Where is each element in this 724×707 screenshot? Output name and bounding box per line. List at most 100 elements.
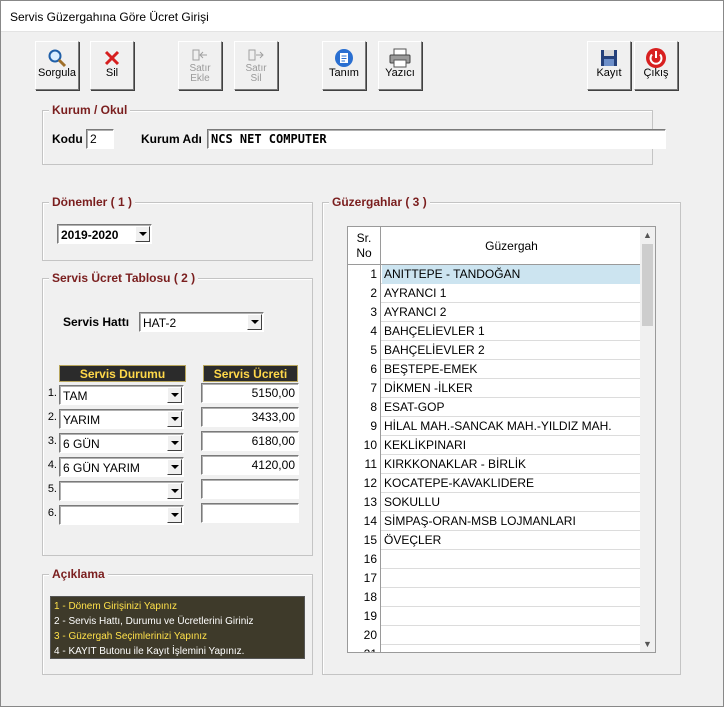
guzergah-row[interactable]: 14 SİMPAŞ-ORAN-MSB LOJMANLARI [348,512,641,531]
guzergah-row-no: 18 [348,588,381,607]
chevron-down-icon[interactable] [167,459,182,475]
instructions-box: 1 - Dönem Girişinizi Yapınız 2 - Servis … [50,596,305,659]
guzergah-row-name[interactable]: ANITTEPE - TANDOĞAN [382,265,641,284]
satir-ekle-label-2: Ekle [190,73,210,84]
guzergah-row-name[interactable] [382,607,641,626]
chevron-down-icon[interactable] [167,435,182,451]
chevron-down-icon[interactable] [167,483,182,499]
satir-sil-button[interactable]: Satır Sil [234,41,278,90]
guzergah-row-no: 16 [348,550,381,569]
servis-hatti-select[interactable]: HAT-2 [139,312,264,332]
satir-ekle-button[interactable]: Satır Ekle [178,41,222,90]
guzergah-row[interactable]: 17 [348,569,641,588]
instruction-line-4: 4 - KAYIT Butonu ile Kayıt İşlemini Yapı… [54,646,245,657]
servis-ucreti-field[interactable] [201,479,299,499]
chevron-down-icon[interactable] [167,387,182,403]
guzergah-row[interactable]: 3 AYRANCI 2 [348,303,641,322]
guzergah-row[interactable]: 6 BEŞTEPE-EMEK [348,360,641,379]
tanim-button[interactable]: Tanım [322,41,366,90]
chevron-down-icon[interactable] [247,314,262,330]
servis-durumu-select[interactable]: YARIM [59,409,184,429]
guzergah-row[interactable]: 2 AYRANCI 1 [348,284,641,303]
guzergah-row-no: 19 [348,607,381,626]
chevron-down-icon[interactable] [135,226,150,242]
scroll-thumb[interactable] [642,244,653,326]
guzergah-row-no: 21 [348,645,381,652]
scroll-down-icon[interactable]: ▼ [640,636,655,652]
guzergah-row-name[interactable]: KEKLİKPINARI [382,436,641,455]
servis-ucreti-field[interactable]: 6180,00 [201,431,299,451]
guzergah-row[interactable]: 1 ANITTEPE - TANDOĞAN [348,265,641,284]
sil-button[interactable]: Sil [90,41,134,90]
servis-ucreti-field[interactable]: 3433,00 [201,407,299,427]
guzergah-row-name[interactable]: ÖVEÇLER [382,531,641,550]
donemler-legend: Dönemler ( 1 ) [49,195,136,209]
instruction-line-3: 3 - Güzergah Seçimlerinizi Yapınız [54,631,208,642]
servis-durumu-select[interactable]: 6 GÜN YARIM [59,457,184,477]
chevron-down-icon[interactable] [167,411,182,427]
guzergah-row-name[interactable]: KIRKKONAKLAR - BİRLİK [382,455,641,474]
servis-durumu-select[interactable] [59,481,184,501]
guzergah-row[interactable]: 15 ÖVEÇLER [348,531,641,550]
guzergah-row-name[interactable]: BEŞTEPE-EMEK [382,360,641,379]
tanim-label: Tanım [329,67,359,79]
yazici-label: Yazıcı [385,67,415,79]
guzergah-row-name[interactable]: DİKMEN -İLKER [382,379,641,398]
guzergah-row-name[interactable]: SİMPAŞ-ORAN-MSB LOJMANLARI [382,512,641,531]
guzergah-row[interactable]: 21 [348,645,641,652]
guzergah-row[interactable]: 13 SOKULLU [348,493,641,512]
guzergah-row[interactable]: 7 DİKMEN -İLKER [348,379,641,398]
guzergah-row[interactable]: 4 BAHÇELİEVLER 1 [348,322,641,341]
guzergah-row-name[interactable] [382,626,641,645]
guzergah-row-no: 6 [348,360,381,379]
guzergah-row-name[interactable] [382,588,641,607]
kayit-button[interactable]: Kayıt [587,41,631,90]
guzergah-row-name[interactable]: SOKULLU [382,493,641,512]
guzergah-row-name[interactable]: KOCATEPE-KAVAKLIDERE [382,474,641,493]
servis-durumu-select[interactable]: TAM [59,385,184,405]
guzergah-row[interactable]: 9 HİLAL MAH.-SANCAK MAH.-YILDIZ MAH. [348,417,641,436]
satir-sil-label: Satır Sil [235,64,277,84]
scroll-up-icon[interactable]: ▲ [640,227,655,243]
servis-ucreti-field[interactable]: 4120,00 [201,455,299,475]
servis-durumu-select[interactable] [59,505,184,525]
guzergah-row[interactable]: 5 BAHÇELİEVLER 2 [348,341,641,360]
guzergah-row[interactable]: 20 [348,626,641,645]
guzergah-row-name[interactable]: AYRANCI 1 [382,284,641,303]
kodu-field[interactable]: 2 [86,129,114,149]
servis-hatti-label: Servis Hattı [63,315,130,329]
chevron-down-icon[interactable] [167,507,182,523]
guzergah-row[interactable]: 10 KEKLİKPINARI [348,436,641,455]
guzergah-row-name[interactable]: AYRANCI 2 [382,303,641,322]
servis-durumu-header: Servis Durumu [59,365,186,382]
document-icon [323,47,365,69]
servis-durumu-select[interactable]: 6 GÜN [59,433,184,453]
guzergah-row[interactable]: 16 [348,550,641,569]
guzergah-row-name[interactable]: ESAT-GOP [382,398,641,417]
guzergah-row[interactable]: 12 KOCATEPE-KAVAKLIDERE [348,474,641,493]
guzergah-row-name[interactable]: HİLAL MAH.-SANCAK MAH.-YILDIZ MAH. [382,417,641,436]
guzergah-row[interactable]: 19 [348,607,641,626]
yazici-button[interactable]: Yazıcı [378,41,422,90]
guzergah-row-no: 17 [348,569,381,588]
guzergah-row[interactable]: 8 ESAT-GOP [348,398,641,417]
guzergah-row-name[interactable]: BAHÇELİEVLER 2 [382,341,641,360]
guzergah-row-name[interactable]: BAHÇELİEVLER 1 [382,322,641,341]
guzergah-row-no: 20 [348,626,381,645]
guzergah-row-no: 8 [348,398,381,417]
ucret-row-number: 1. [47,387,57,399]
guzergah-row[interactable]: 11 KIRKKONAKLAR - BİRLİK [348,455,641,474]
donem-select[interactable]: 2019-2020 [57,224,152,244]
main-window: Servis Güzergahına Göre Ücret Girişi Sor… [0,0,724,707]
kurum-adi-field[interactable]: NCS NET COMPUTER [207,129,666,149]
servis-ucreti-field[interactable]: 5150,00 [201,383,299,403]
cikis-button[interactable]: Çıkış [634,41,678,90]
guzergah-row-name[interactable] [382,569,641,588]
guzergah-row[interactable]: 18 [348,588,641,607]
kurum-legend: Kurum / Okul [49,103,131,117]
guzergah-row-name[interactable] [382,550,641,569]
servis-ucreti-field[interactable] [201,503,299,523]
grid-scrollbar[interactable]: ▲ ▼ [640,227,655,652]
sorgula-button[interactable]: Sorgula [35,41,79,90]
guzergah-row-name[interactable] [382,645,641,652]
